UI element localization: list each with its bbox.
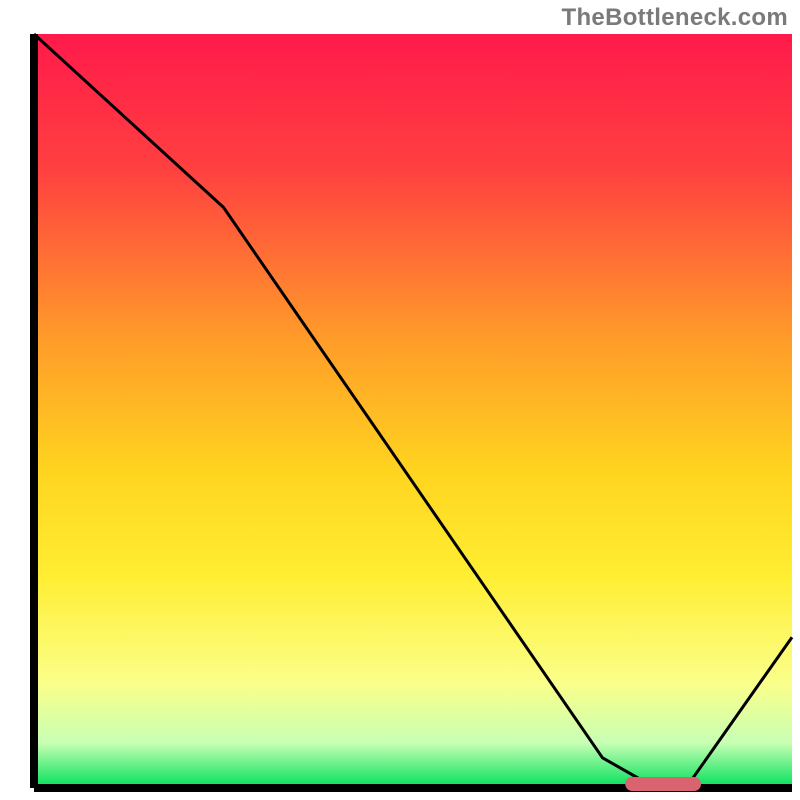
bottleneck-chart (0, 0, 800, 800)
watermark-text: TheBottleneck.com (562, 4, 788, 32)
plot-background (34, 34, 792, 788)
chart-container: TheBottleneck.com (0, 0, 800, 800)
optimal-range-marker (625, 777, 701, 791)
